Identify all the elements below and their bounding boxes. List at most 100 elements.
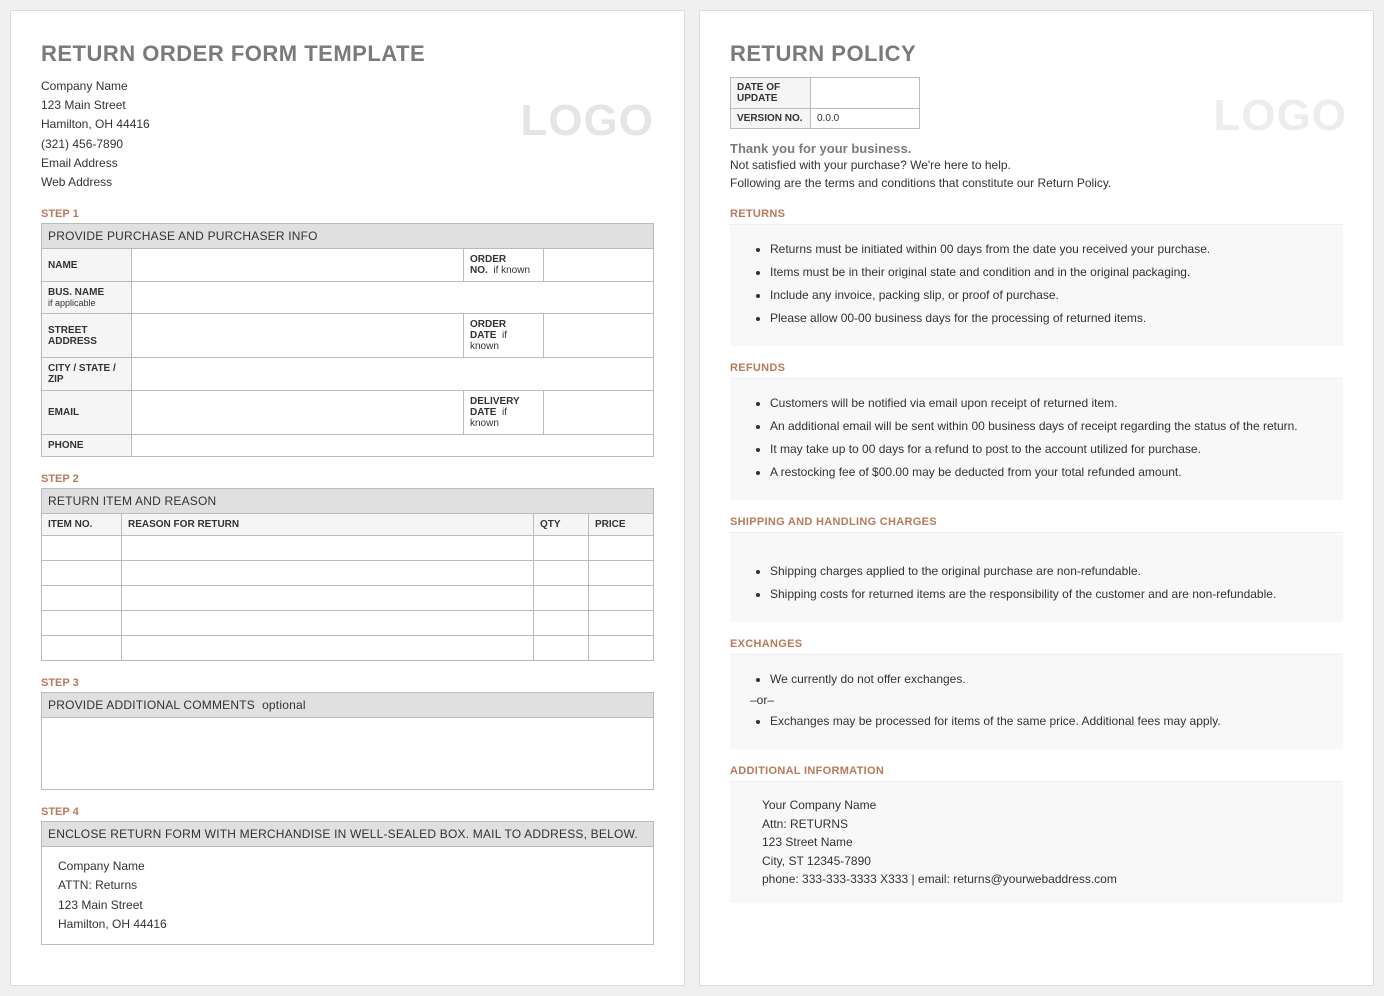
- cell-qty[interactable]: [534, 611, 589, 636]
- input-street[interactable]: [132, 314, 464, 358]
- refunds-body: Customers will be notified via email upo…: [730, 378, 1343, 500]
- logo-placeholder: LOGO: [1213, 91, 1347, 141]
- label-csz: CITY / STATE / ZIP: [42, 358, 132, 391]
- label-orderdate: ORDER DATE if known: [464, 314, 544, 358]
- step3-table: PROVIDE ADDITIONAL COMMENTS optional: [41, 692, 654, 718]
- returns-item: Include any invoice, packing slip, or pr…: [770, 286, 1327, 304]
- cell-qty[interactable]: [534, 586, 589, 611]
- item-row: [42, 561, 654, 586]
- add-line: phone: 333-333-3333 X333 | email: return…: [762, 870, 1327, 889]
- step2-table: RETURN ITEM AND REASON ITEM NO. REASON F…: [41, 488, 654, 661]
- cell-itemno[interactable]: [42, 611, 122, 636]
- item-row: [42, 636, 654, 661]
- cell-price[interactable]: [589, 586, 654, 611]
- add-line: Your Company Name: [762, 796, 1327, 815]
- label-orderno: ORDER NO. if known: [464, 249, 544, 282]
- input-orderdate[interactable]: [544, 314, 654, 358]
- ship-attn: ATTN: Returns: [58, 876, 637, 895]
- cell-itemno[interactable]: [42, 636, 122, 661]
- cell-reason[interactable]: [122, 561, 534, 586]
- label-email: EMAIL: [42, 391, 132, 435]
- cell-qty[interactable]: [534, 636, 589, 661]
- ship-company: Company Name: [58, 857, 637, 876]
- cell-itemno[interactable]: [42, 561, 122, 586]
- ship-street: 123 Main Street: [58, 896, 637, 915]
- step3-label: STEP 3: [41, 677, 654, 689]
- exchanges-item: We currently do not offer exchanges.: [770, 670, 1327, 688]
- step2-label: STEP 2: [41, 473, 654, 485]
- label-name: NAME: [42, 249, 132, 282]
- item-row: [42, 536, 654, 561]
- page-title: RETURN ORDER FORM TEMPLATE: [41, 41, 654, 67]
- shipping-body: Shipping charges applied to the original…: [730, 532, 1343, 622]
- add-line: Attn: RETURNS: [762, 815, 1327, 834]
- shipping-item: Shipping charges applied to the original…: [770, 562, 1327, 580]
- shipping-title: SHIPPING AND HANDLING CHARGES: [730, 516, 1343, 528]
- cell-qty[interactable]: [534, 561, 589, 586]
- input-orderno[interactable]: [544, 249, 654, 282]
- ship-address-box: Company Name ATTN: Returns 123 Main Stre…: [41, 847, 654, 945]
- refunds-item: It may take up to 00 days for a refund t…: [770, 440, 1327, 458]
- exchanges-or: –or–: [750, 693, 1327, 707]
- label-phone: PHONE: [42, 435, 132, 457]
- step1-header: PROVIDE PURCHASE AND PURCHASER INFO: [42, 224, 654, 249]
- item-row: [42, 586, 654, 611]
- input-name[interactable]: [132, 249, 464, 282]
- policy-intro-2: Following are the terms and conditions t…: [730, 174, 1343, 192]
- policy-intro-1: Not satisfied with your purchase? We're …: [730, 156, 1343, 174]
- policy-meta-table: DATE OF UPDATE VERSION NO.0.0.0: [730, 77, 920, 129]
- step3-header: PROVIDE ADDITIONAL COMMENTS optional: [42, 693, 654, 718]
- cell-itemno[interactable]: [42, 586, 122, 611]
- cell-itemno[interactable]: [42, 536, 122, 561]
- add-line: City, ST 12345-7890: [762, 852, 1327, 871]
- label-street: STREET ADDRESS: [42, 314, 132, 358]
- col-itemno: ITEM NO.: [42, 514, 122, 536]
- step4-header: ENCLOSE RETURN FORM WITH MERCHANDISE IN …: [42, 822, 654, 847]
- cell-price[interactable]: [589, 611, 654, 636]
- returns-item: Please allow 00-00 business days for the…: [770, 309, 1327, 327]
- label-delivery: DELIVERY DATE if known: [464, 391, 544, 435]
- cell-reason[interactable]: [122, 586, 534, 611]
- step4-table: ENCLOSE RETURN FORM WITH MERCHANDISE IN …: [41, 821, 654, 847]
- cell-price[interactable]: [589, 561, 654, 586]
- company-email: Email Address: [41, 154, 654, 173]
- cell-reason[interactable]: [122, 611, 534, 636]
- label-version: VERSION NO.: [731, 109, 811, 129]
- exchanges-title: EXCHANGES: [730, 638, 1343, 650]
- ship-csz: Hamilton, OH 44416: [58, 915, 637, 934]
- returns-item: Items must be in their original state an…: [770, 263, 1327, 281]
- cell-reason[interactable]: [122, 536, 534, 561]
- cell-qty[interactable]: [534, 536, 589, 561]
- returns-body: Returns must be initiated within 00 days…: [730, 224, 1343, 346]
- input-phone[interactable]: [132, 435, 654, 457]
- refunds-item: Customers will be notified via email upo…: [770, 394, 1327, 412]
- logo-placeholder: LOGO: [520, 96, 654, 146]
- step1-label: STEP 1: [41, 208, 654, 220]
- step1-table: PROVIDE PURCHASE AND PURCHASER INFO NAME…: [41, 223, 654, 457]
- value-date-update[interactable]: [811, 78, 920, 109]
- refunds-item: An additional email will be sent within …: [770, 417, 1327, 435]
- col-reason: REASON FOR RETURN: [122, 514, 534, 536]
- input-busname[interactable]: [132, 282, 654, 314]
- input-csz[interactable]: [132, 358, 654, 391]
- exchanges-item: Exchanges may be processed for items of …: [770, 712, 1327, 730]
- item-row: [42, 611, 654, 636]
- comments-input[interactable]: [41, 718, 654, 790]
- refunds-item: A restocking fee of $00.00 may be deduct…: [770, 463, 1327, 481]
- cell-price[interactable]: [589, 636, 654, 661]
- exchanges-body: We currently do not offer exchanges. –or…: [730, 654, 1343, 749]
- col-qty: QTY: [534, 514, 589, 536]
- return-policy-page: RETURN POLICY DATE OF UPDATE VERSION NO.…: [699, 10, 1374, 986]
- shipping-item: Shipping costs for returned items are th…: [770, 585, 1327, 603]
- company-name: Company Name: [41, 77, 654, 96]
- input-email[interactable]: [132, 391, 464, 435]
- returns-item: Returns must be initiated within 00 days…: [770, 240, 1327, 258]
- refunds-title: REFUNDS: [730, 362, 1343, 374]
- cell-price[interactable]: [589, 536, 654, 561]
- policy-title: RETURN POLICY: [730, 41, 1343, 67]
- col-price: PRICE: [589, 514, 654, 536]
- input-delivery[interactable]: [544, 391, 654, 435]
- cell-reason[interactable]: [122, 636, 534, 661]
- value-version[interactable]: 0.0.0: [811, 109, 920, 129]
- additional-body: Your Company Name Attn: RETURNS 123 Stre…: [730, 781, 1343, 903]
